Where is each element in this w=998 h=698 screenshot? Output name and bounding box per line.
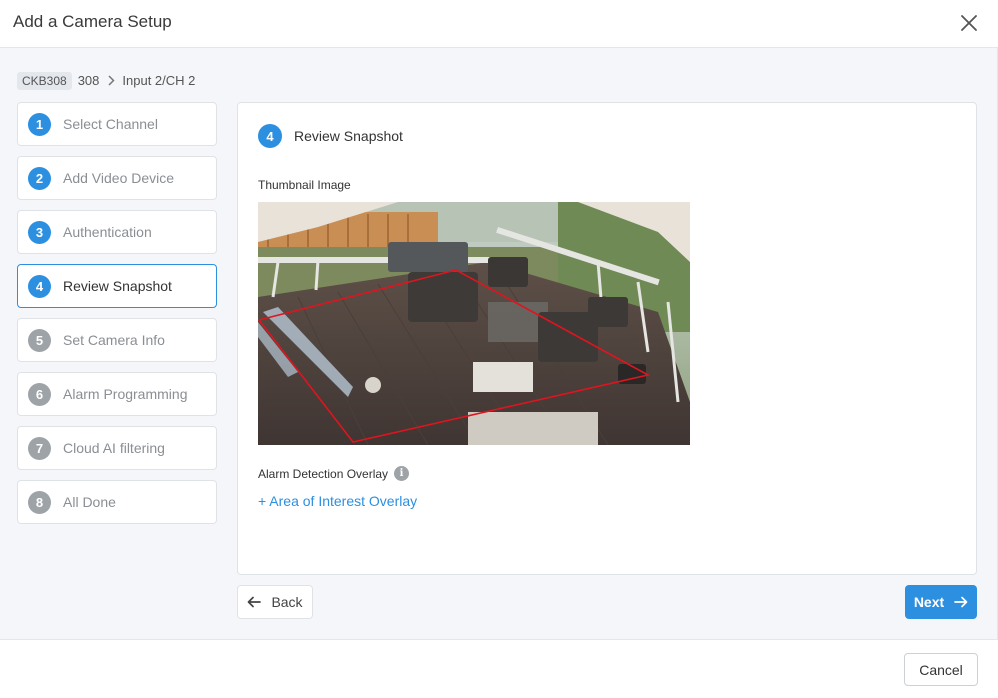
step-add-video-device[interactable]: 2 Add Video Device [17, 156, 217, 200]
add-area-of-interest-link[interactable]: + Area of Interest Overlay [258, 493, 417, 509]
close-icon [961, 15, 977, 31]
panel-title: Review Snapshot [294, 128, 403, 144]
review-snapshot-panel: 4 Review Snapshot Thumbnail Image Alarm … [237, 102, 977, 575]
step-label: Authentication [63, 224, 152, 240]
step-alarm-programming[interactable]: 6 Alarm Programming [17, 372, 217, 416]
next-button-label: Next [913, 594, 945, 610]
step-set-camera-info[interactable]: 5 Set Camera Info [17, 318, 217, 362]
step-cloud-ai-filtering[interactable]: 7 Cloud AI filtering [17, 426, 217, 470]
thumbnail-image [258, 202, 690, 445]
step-number: 6 [28, 382, 51, 406]
panel-header: 4 Review Snapshot [258, 124, 403, 148]
step-number: 8 [28, 490, 51, 514]
step-label: Select Channel [63, 116, 158, 132]
breadcrumb: CKB308 308 Input 2/CH 2 [17, 71, 195, 90]
step-number: 7 [28, 436, 51, 460]
close-button[interactable] [955, 9, 983, 37]
step-number: 3 [28, 220, 51, 244]
panel-chip: CKB308 [17, 71, 72, 90]
dialog-header: Add a Camera Setup [0, 0, 998, 48]
overlay-label-text: Alarm Detection Overlay [258, 466, 389, 481]
step-number: 4 [28, 274, 51, 298]
back-button-label: Back [271, 594, 303, 610]
step-label: Alarm Programming [63, 386, 188, 402]
camera-setup-dialog: Add a Camera Setup CKB308 308 Input 2/CH… [0, 0, 998, 698]
thumbnail-label: Thumbnail Image [258, 178, 351, 192]
arrow-left-icon [248, 596, 262, 608]
step-label: Set Camera Info [63, 332, 165, 348]
chevron-right-icon [108, 75, 115, 86]
dialog-footer: Cancel [0, 639, 998, 698]
step-label: Cloud AI filtering [63, 440, 165, 456]
arrow-right-icon [954, 596, 968, 608]
step-select-channel[interactable]: 1 Select Channel [17, 102, 217, 146]
info-icon[interactable]: i [394, 466, 410, 481]
step-number: 5 [28, 328, 51, 352]
breadcrumb-input: Input 2/CH 2 [122, 73, 196, 88]
step-list: 1 Select Channel 2 Add Video Device 3 Au… [17, 102, 217, 534]
step-label: All Done [63, 494, 116, 510]
step-all-done[interactable]: 8 All Done [17, 480, 217, 524]
step-label: Add Video Device [63, 170, 175, 186]
breadcrumb-panel: 308 [77, 73, 100, 88]
back-button[interactable]: Back [237, 585, 313, 619]
dialog-title: Add a Camera Setup [13, 12, 172, 31]
step-number: 2 [28, 166, 51, 190]
step-authentication[interactable]: 3 Authentication [17, 210, 217, 254]
step-review-snapshot[interactable]: 4 Review Snapshot [17, 264, 217, 308]
alarm-detection-overlay-label: Alarm Detection Overlay i [258, 466, 410, 481]
step-number: 1 [28, 112, 51, 136]
step-label: Review Snapshot [63, 278, 172, 294]
cancel-button[interactable]: Cancel [904, 653, 978, 686]
next-button[interactable]: Next [905, 585, 977, 619]
panel-step-number: 4 [258, 124, 282, 148]
